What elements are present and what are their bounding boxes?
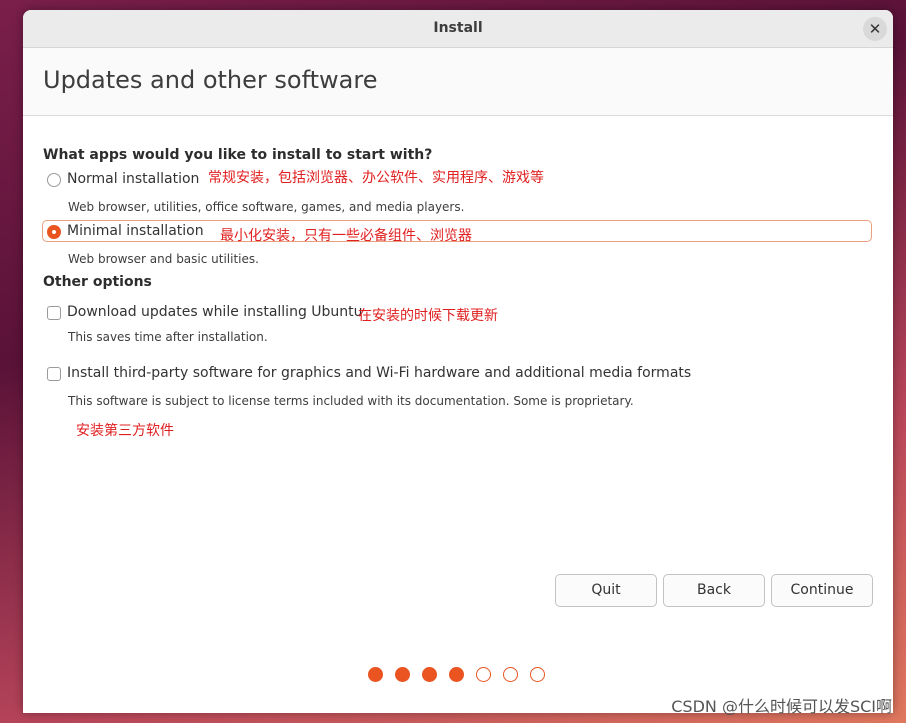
page-header: Updates and other software xyxy=(23,48,893,116)
progress-dot xyxy=(422,667,437,682)
content-area: What apps would you like to install to s… xyxy=(23,116,893,713)
third-party-description: This software is subject to license term… xyxy=(68,394,634,408)
close-button[interactable]: ✕ xyxy=(863,17,887,41)
minimal-installation-radio[interactable] xyxy=(47,225,61,239)
apps-heading: What apps would you like to install to s… xyxy=(43,147,433,163)
download-updates-label: Download updates while installing Ubuntu xyxy=(67,304,363,320)
minimal-installation-label: Minimal installation xyxy=(67,223,204,239)
third-party-annotation: 安装第三方软件 xyxy=(76,423,174,439)
watermark: CSDN @什么时候可以发SCI啊 xyxy=(671,697,892,716)
progress-dot xyxy=(476,667,491,682)
normal-installation-label: Normal installation xyxy=(67,171,200,187)
progress-dot xyxy=(395,667,410,682)
download-updates-annotation: 在安装的时候下载更新 xyxy=(358,308,498,324)
progress-dot xyxy=(449,667,464,682)
page-title: Updates and other software xyxy=(43,66,378,94)
third-party-checkbox[interactable] xyxy=(47,367,61,381)
download-updates-checkbox[interactable] xyxy=(47,306,61,320)
progress-indicator xyxy=(368,667,558,682)
download-updates-description: This saves time after installation. xyxy=(68,330,268,344)
normal-installation-annotation: 常规安装，包括浏览器、办公软件、实用程序、游戏等 xyxy=(208,170,544,186)
installer-window: Install ✕ Updates and other software Wha… xyxy=(23,10,893,713)
back-button[interactable]: Back xyxy=(663,574,765,607)
normal-installation-radio[interactable] xyxy=(47,173,61,187)
progress-dot xyxy=(368,667,383,682)
minimal-installation-description: Web browser and basic utilities. xyxy=(68,252,259,266)
quit-button[interactable]: Quit xyxy=(555,574,657,607)
progress-dot xyxy=(503,667,518,682)
third-party-label: Install third-party software for graphic… xyxy=(67,365,692,381)
close-icon: ✕ xyxy=(868,20,882,38)
minimal-installation-annotation: 最小化安装，只有一些必备组件、浏览器 xyxy=(220,228,472,244)
progress-dot xyxy=(530,667,545,682)
window-title: Install xyxy=(433,20,483,36)
title-bar: Install ✕ xyxy=(23,10,893,48)
other-options-heading: Other options xyxy=(43,274,152,290)
continue-button[interactable]: Continue xyxy=(771,574,873,607)
normal-installation-description: Web browser, utilities, office software,… xyxy=(68,200,465,214)
